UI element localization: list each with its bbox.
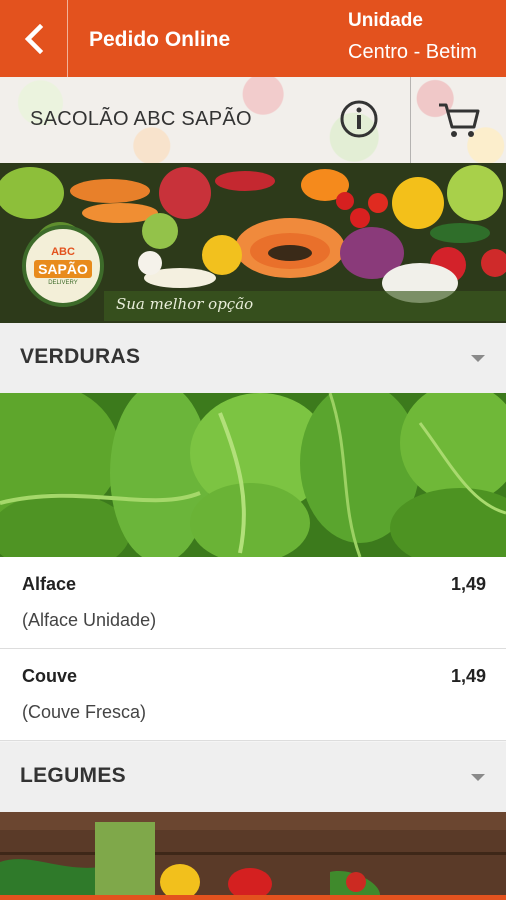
banner-tagline: Sua melhor opção: [116, 295, 254, 313]
unit-selector[interactable]: Unidade Centro - Betim: [348, 10, 477, 64]
product-name: Alface: [22, 574, 77, 594]
category-image-legumes: [0, 812, 506, 895]
product-row-couve[interactable]: Couve (Couve Fresca) 1,49: [0, 649, 506, 741]
logo-delivery-text: DELIVERY: [48, 280, 78, 286]
bottom-accent-bar: [0, 895, 506, 900]
product-price: 1,49: [450, 574, 486, 594]
product-price: 1,49: [450, 666, 486, 686]
category-title: VERDURAS: [20, 345, 141, 368]
store-logo: ABC SAPÃO DELIVERY: [22, 225, 104, 307]
lettuce-image: [0, 393, 506, 557]
category-header-legumes[interactable]: LEGUMES: [0, 742, 506, 812]
cart-icon: [439, 103, 480, 137]
cart-button[interactable]: [410, 77, 506, 163]
product-description: (Alface Unidade): [22, 610, 157, 630]
chevron-left-icon: [24, 23, 43, 54]
info-button[interactable]: [339, 99, 379, 139]
category-image-verduras: [0, 393, 506, 557]
info-icon: [340, 100, 378, 138]
top-app-bar: Pedido Online Unidade Centro - Betim: [0, 0, 506, 77]
store-banner: ABC SAPÃO DELIVERY Sua melhor opção: [0, 163, 506, 323]
unit-label: Unidade: [348, 10, 423, 31]
caret-down-icon: [471, 355, 485, 362]
logo-abc-text: ABC: [51, 246, 75, 258]
caret-down-icon: [471, 774, 485, 781]
back-button[interactable]: [0, 0, 68, 77]
logo-sapao-text: SAPÃO: [34, 260, 92, 278]
category-header-verduras[interactable]: VERDURAS: [0, 323, 506, 393]
category-title: LEGUMES: [20, 764, 126, 787]
store-name: SACOLÃO ABC SAPÃO: [30, 108, 252, 130]
vegetables-wood-image: [0, 812, 506, 895]
product-row-alface[interactable]: Alface (Alface Unidade) 1,49: [0, 557, 506, 649]
page-title: Pedido Online: [89, 28, 231, 51]
product-name: Couve: [22, 666, 78, 686]
unit-value: Centro - Betim: [348, 41, 477, 63]
product-description: (Couve Fresca): [22, 702, 147, 722]
